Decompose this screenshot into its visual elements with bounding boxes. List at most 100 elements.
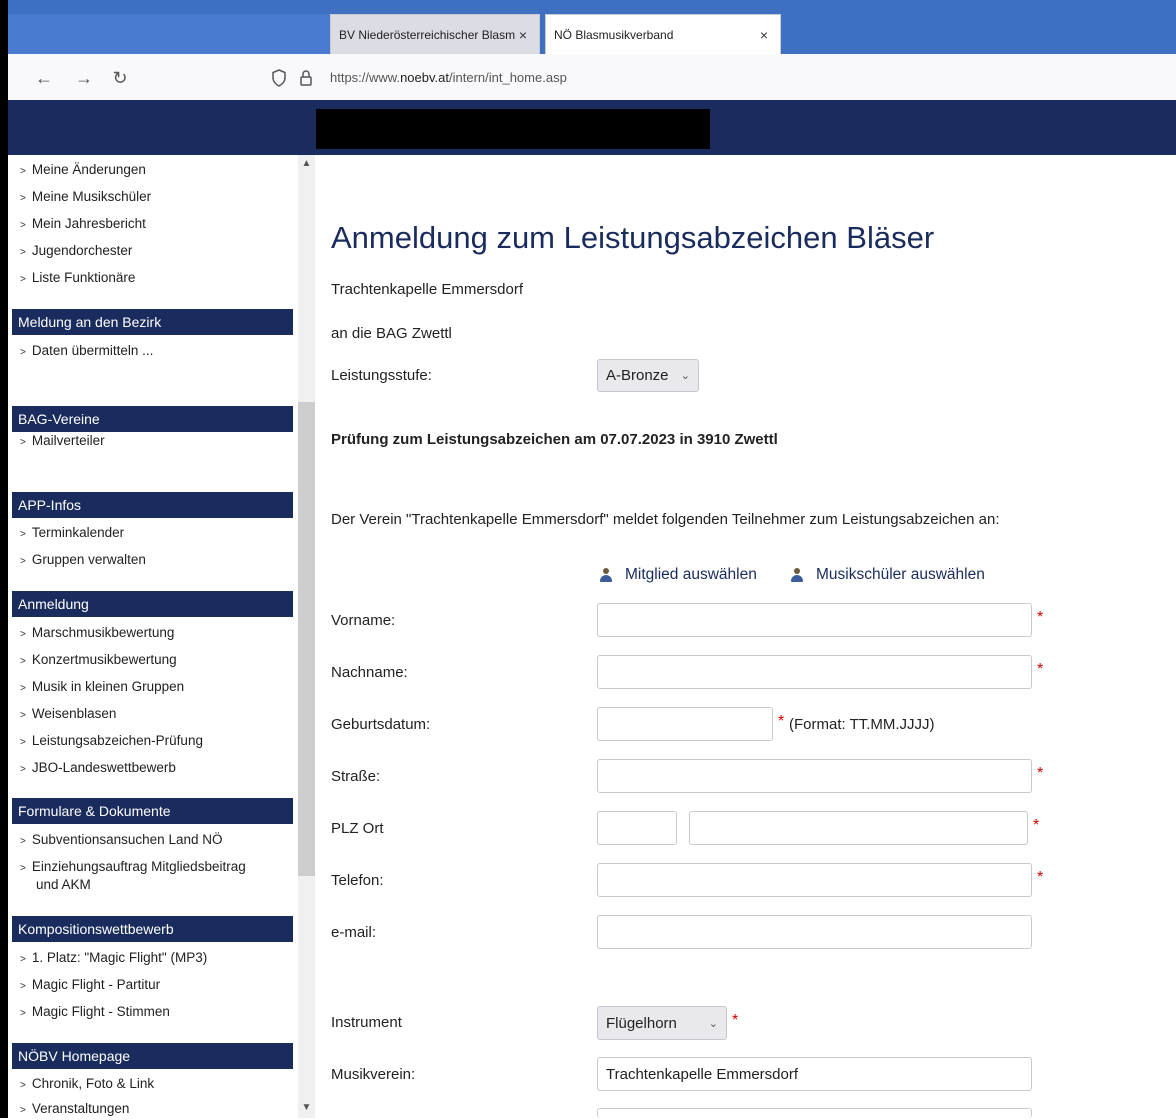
geburtsdatum-input[interactable] — [597, 707, 773, 741]
musikschueler-auswaehlen-label: Musikschüler auswählen — [816, 566, 985, 583]
lock-icon[interactable] — [299, 69, 313, 87]
strasse-input[interactable] — [597, 759, 1032, 793]
back-arrow-icon[interactable]: ← — [32, 66, 56, 90]
sidebar-item-jugendorchester[interactable]: > Jugendorchester — [20, 242, 132, 262]
sidebar-item-label: Magic Flight - Stimmen — [31, 1004, 170, 1019]
required-mark: * — [1037, 765, 1044, 782]
date-format-hint: (Format: TT.MM.JJJJ) — [789, 716, 935, 733]
scroll-up-icon[interactable]: ▲ — [298, 156, 315, 172]
sidebar-section-homepage: NÖBV Homepage — [12, 1043, 293, 1069]
navigation-bar — [8, 54, 1176, 101]
chevron-right-icon: > — [20, 1008, 26, 1019]
sidebar-item-marschmusik[interactable]: > Marschmusikbewertung — [20, 624, 174, 644]
sidebar-item-magic-flight-mp3[interactable]: >1. Platz: "Magic Flight" (MP3) — [20, 949, 207, 969]
leistungsstufe-select[interactable]: A-Bronze ⌄ — [597, 359, 699, 392]
musikschueler-auswaehlen-link[interactable]: Musikschüler auswählen — [790, 566, 985, 584]
sidebar-item-magic-flight-partitur[interactable]: > Magic Flight - Partitur — [20, 976, 160, 996]
sidebar-item-label: Magic Flight - Partitur — [31, 977, 161, 992]
musikverein-value: Trachtenkapelle Emmersdorf — [606, 1065, 799, 1083]
sidebar-item-funktionaere[interactable]: > Liste Funktionäre — [20, 269, 135, 289]
sidebar-item-label: Meine Änderungen — [31, 162, 146, 177]
sidebar-scroll-thumb[interactable] — [298, 402, 315, 876]
sidebar-item-jahresbericht[interactable]: > Mein Jahresbericht — [20, 215, 146, 235]
mitglied-auswaehlen-label: Mitglied auswählen — [625, 566, 757, 583]
mitglied-auswaehlen-link[interactable]: Mitglied auswählen — [599, 566, 757, 584]
tab-noe-blasmusikverband[interactable]: NÖ Blasmusikverband × — [545, 14, 781, 54]
url-prefix: https://www. — [330, 70, 401, 85]
sidebar-item-label: Chronik, Foto & Link — [31, 1076, 155, 1091]
sidebar-item-label: Jugendorchester — [31, 243, 133, 258]
forward-arrow-icon[interactable]: → — [72, 66, 96, 90]
address-bar[interactable]: https://www.noebv.at/intern/int_home.asp — [330, 66, 567, 90]
close-icon[interactable]: × — [515, 27, 531, 43]
next-input-partial[interactable] — [597, 1108, 1032, 1118]
musikverein-label: Musikverein: — [331, 1066, 416, 1083]
sidebar-item-daten-uebermitteln[interactable]: > Daten übermitteln ... — [20, 342, 153, 362]
sidebar-item-meine-aenderungen[interactable]: > Meine Änderungen — [20, 161, 146, 181]
plz-ort-label: PLZ Ort — [331, 820, 384, 837]
tab-noebv-main[interactable]: BV Niederösterreichischer Blasm × — [330, 14, 540, 54]
sidebar-item-magic-flight-stimmen[interactable]: > Magic Flight - Stimmen — [20, 1003, 170, 1023]
sidebar-item-weisenblasen[interactable]: > Weisenblasen — [20, 705, 116, 725]
chevron-right-icon: > — [20, 193, 26, 204]
sidebar-section-anmeldung: Anmeldung — [12, 591, 293, 617]
sidebar-item-gruppen[interactable]: > Gruppen verwalten — [20, 551, 146, 571]
sidebar-section-komposition: Kompositionswettbewerb — [12, 916, 293, 942]
sidebar-item-label: Mailverteiler — [31, 433, 105, 448]
leistungsstufe-value: A-Bronze — [606, 367, 669, 384]
geburtsdatum-label: Geburtsdatum: — [331, 716, 431, 733]
required-mark: * — [778, 713, 785, 730]
sidebar-item-label: Leistungsabzeichen-Prüfung — [31, 733, 203, 748]
sidebar-item-label: Konzertmusikbewertung — [31, 652, 177, 667]
sidebar-item-einziehungsauftrag-cont[interactable]: und AKM — [36, 876, 91, 894]
sidebar-item-mailverteiler[interactable]: > Mailverteiler — [20, 432, 105, 452]
ort-input[interactable] — [689, 811, 1028, 845]
close-icon[interactable]: × — [756, 27, 772, 43]
chevron-right-icon: > — [20, 556, 26, 567]
chevron-right-icon: > — [20, 764, 26, 775]
sidebar-section-formulare: Formulare & Dokumente — [12, 798, 293, 824]
sidebar-item-einziehungsauftrag[interactable]: > Einziehungsauftrag Mitgliedsbeitrag — [20, 858, 246, 878]
required-mark: * — [1037, 661, 1044, 678]
chevron-right-icon: > — [20, 710, 26, 721]
sidebar-item-label: 1. Platz: "Magic Flight" (MP3) — [31, 950, 208, 965]
sidebar-item-label: Meine Musikschüler — [31, 189, 152, 204]
sidebar-item-veranstaltungen[interactable]: > Veranstaltungen — [20, 1100, 129, 1120]
tab-bar-blank — [8, 14, 330, 54]
url-path: /intern/int_home.asp — [449, 70, 567, 85]
sidebar-item-label: Weisenblasen — [31, 706, 117, 721]
instrument-value: Flügelhorn — [606, 1014, 677, 1032]
sidebar-item-label: Marschmusikbewertung — [31, 625, 175, 640]
scroll-down-icon[interactable]: ▼ — [298, 1100, 315, 1116]
musikverein-input[interactable]: Trachtenkapelle Emmersdorf — [597, 1057, 1032, 1091]
sidebar-item-terminkalender[interactable]: > Terminkalender — [20, 524, 124, 544]
pruefung-info: Prüfung zum Leistungsabzeichen am 07.07.… — [331, 431, 778, 448]
vorname-input[interactable] — [597, 603, 1032, 637]
chevron-right-icon: > — [20, 1080, 26, 1091]
sidebar-item-kleine-gruppen[interactable]: > Musik in kleinen Gruppen — [20, 678, 184, 698]
sidebar-section-app: APP-Infos — [12, 492, 293, 518]
sidebar-item-label: Gruppen verwalten — [31, 552, 146, 567]
chevron-right-icon: > — [20, 166, 26, 177]
nachname-label: Nachname: — [331, 664, 408, 681]
sidebar-item-subvention[interactable]: > Subventionsansuchen Land NÖ — [20, 831, 222, 851]
sidebar-item-chronik[interactable]: > Chronik, Foto & Link — [20, 1075, 154, 1095]
nachname-input[interactable] — [597, 655, 1032, 689]
telefon-input[interactable] — [597, 863, 1032, 897]
chevron-down-icon: ⌄ — [680, 370, 690, 382]
instrument-select[interactable]: Flügelhorn ⌄ — [597, 1006, 727, 1040]
sidebar-item-label: JBO-Landeswettbewerb — [31, 760, 176, 775]
plz-input[interactable] — [597, 811, 677, 845]
tab-label: BV Niederösterreichischer Blasm — [339, 27, 515, 42]
reload-icon[interactable]: ↻ — [108, 66, 132, 90]
sidebar-item-jbo[interactable]: > JBO-Landeswettbewerb — [20, 759, 176, 779]
page-title: Anmeldung zum Leistungsabzeichen Bläser — [331, 220, 935, 255]
sidebar-item-label: Mein Jahresbericht — [31, 216, 146, 231]
sidebar-item-meine-musikschueler[interactable]: > Meine Musikschüler — [20, 188, 151, 208]
shield-icon[interactable] — [271, 69, 287, 87]
sidebar-item-label: Terminkalender — [31, 525, 125, 540]
sidebar-item-label: Einziehungsauftrag Mitgliedsbeitrag — [31, 859, 246, 874]
email-input[interactable] — [597, 915, 1032, 949]
sidebar-item-konzertmusik[interactable]: > Konzertmusikbewertung — [20, 651, 177, 671]
sidebar-item-leistungsabzeichen[interactable]: > Leistungsabzeichen-Prüfung — [20, 732, 203, 752]
